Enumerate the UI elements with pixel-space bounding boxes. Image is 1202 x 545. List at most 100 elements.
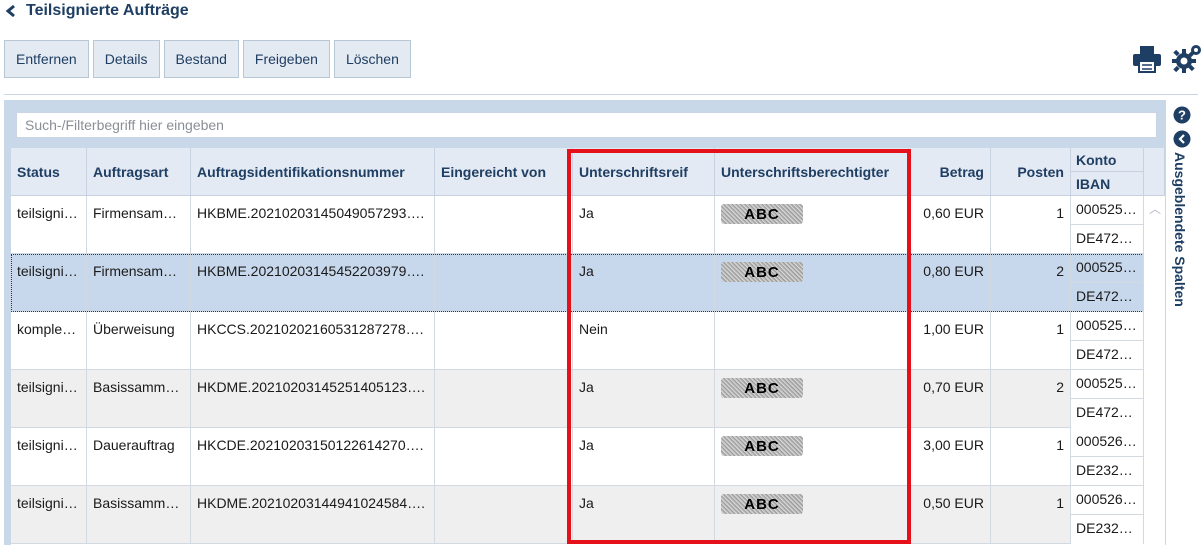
page-title: Teilsignierte Aufträge [26,2,189,19]
cell-eingereicht [435,370,573,428]
col-header-betrag[interactable]: Betrag [909,148,991,196]
cell-eingereicht [435,486,573,544]
print-icon[interactable] [1132,45,1162,73]
cell-auftragsart: Basissamme… [87,486,191,544]
header-filler [1144,148,1165,196]
col-header-eingereicht[interactable]: Eingereicht von [435,148,573,196]
table-row[interactable]: teilsigniert Dauerauftrag HKCDE.20210203… [11,428,1144,486]
cell-status: teilsigniert [11,370,87,428]
cell-status: teilsigniert [11,254,87,312]
cell-konto: 000525… [1071,370,1144,399]
cell-iban: DE472… [1071,341,1144,370]
cell-eingereicht [435,312,573,370]
cell-betrag: 1,00 EUR [909,312,991,370]
cell-auftragsart: Dauerauftrag [87,428,191,486]
col-header-unterschriftsberechtigter[interactable]: Unterschriftsberechtigter [715,148,909,196]
hidden-columns-toggle[interactable]: Ausgeblendete Spalten [1172,152,1188,307]
cell-auftragsart: Firmensam… [87,254,191,312]
title-bar: Teilsignierte Aufträge [4,0,189,22]
cell-betrag: 0,60 EUR [909,196,991,254]
cell-konto: 000525… [1071,312,1144,341]
table-row[interactable]: teilsigniert Basissamme… HKDME.202102031… [11,486,1144,544]
cell-posten: 2 [991,254,1071,312]
svg-text:?: ? [1178,108,1186,123]
cell-auftragsid: HKCDE.20210203150122614270…. [191,428,435,486]
table-row[interactable]: teilsigniert Firmensam… HKBME.2021020314… [11,196,1144,254]
scroll-up-icon[interactable]: ︿ [1148,200,1162,216]
cell-posten: 2 [991,370,1071,428]
cell-betrag: 0,80 EUR [909,254,991,312]
gear-icon[interactable] [1172,43,1202,73]
table-row[interactable]: teilsigniert Firmensam… HKBME.2021020314… [11,254,1144,312]
cell-signatory: ABC [715,486,909,544]
cell-posten: 1 [991,312,1071,370]
cell-betrag: 3,00 EUR [909,428,991,486]
cell-status: teilsigniert [11,486,87,544]
signature-image: ABC [721,262,803,282]
cell-status: teilsigniert [11,196,87,254]
cell-auftragsid: HKDME.20210203145251405123…. [191,370,435,428]
back-icon[interactable] [4,4,18,18]
cell-posten: 1 [991,428,1071,486]
remove-button[interactable]: Entfernen [4,40,89,78]
cell-betrag: 0,50 EUR [909,486,991,544]
cell-auftragsid: HKBME.2021020314504905729­3…. [191,196,435,254]
cell-signatory: ABC [715,428,909,486]
toolbar: Entfernen Details Bestand Freigeben Lösc… [4,40,411,78]
filter-input[interactable] [17,113,1156,137]
cell-iban: DE472… [1071,399,1144,428]
signature-image: ABC [721,436,803,456]
col-header-auftragsid[interactable]: Auftragsidentifikationsnummer [191,148,435,196]
col-header-konto[interactable]: Konto [1071,148,1144,172]
cell-konto: 000525… [1071,254,1144,283]
cell-konto: 000525… [1071,196,1144,225]
cell-posten: 1 [991,486,1071,544]
cell-posten: 1 [991,196,1071,254]
cell-unterschriftsreif: Ja [573,370,715,428]
cell-signatory: ABC [715,254,909,312]
col-header-iban[interactable]: IBAN [1071,172,1144,196]
orders-table: Status Auftragsart Auftragsidentifikatio… [11,148,1165,545]
cell-eingereicht [435,428,573,486]
cell-auftragsart: Basissamme… [87,370,191,428]
cell-signatory: ABC [715,370,909,428]
col-header-unterschriftsreif[interactable]: Unterschriftsreif [573,148,715,196]
cell-iban: DE232… [1071,515,1144,544]
filter-box [16,112,1157,138]
cell-konto: 000526… [1071,428,1144,457]
cell-signatory [715,312,909,370]
cell-unterschriftsreif: Ja [573,196,715,254]
cell-konto: 000526… [1071,486,1144,515]
cell-unterschriftsreif: Ja [573,486,715,544]
cell-eingereicht [435,254,573,312]
col-header-auftragsart[interactable]: Auftragsart [87,148,191,196]
inventory-button[interactable]: Bestand [163,40,239,78]
cell-unterschriftsreif: Ja [573,428,715,486]
cell-eingereicht [435,196,573,254]
signature-image: ABC [721,204,803,224]
table-row[interactable]: komplet… Überweisung HKCCS.2021020216053… [11,312,1144,370]
cell-unterschriftsreif: Ja [573,254,715,312]
chevron-left-icon[interactable] [1173,130,1191,148]
signature-image: ABC [721,494,803,514]
cell-signatory: ABC [715,196,909,254]
col-header-posten[interactable]: Posten [991,148,1071,196]
cell-auftragsart: Firmensam… [87,196,191,254]
cell-iban: DE472… [1071,225,1144,254]
cell-auftragsart: Überweisung [87,312,191,370]
cell-unterschriftsreif: Nein [573,312,715,370]
signature-image: ABC [721,378,803,398]
cell-status: komplet… [11,312,87,370]
cell-iban: DE232… [1071,457,1144,486]
table-row[interactable]: teilsigniert Basissamme… HKDME.202102031… [11,370,1144,428]
cell-betrag: 0,70 EUR [909,370,991,428]
cell-auftragsid: HKDME.20210203144941024584…. [191,486,435,544]
cell-status: teilsigniert [11,428,87,486]
help-icon[interactable]: ? [1173,106,1191,124]
cell-iban: DE472… [1071,283,1144,312]
delete-button[interactable]: Löschen [333,40,411,78]
release-button[interactable]: Freigeben [242,40,330,78]
col-header-status[interactable]: Status [11,148,87,196]
toolbar-divider [4,94,1198,95]
details-button[interactable]: Details [92,40,160,78]
